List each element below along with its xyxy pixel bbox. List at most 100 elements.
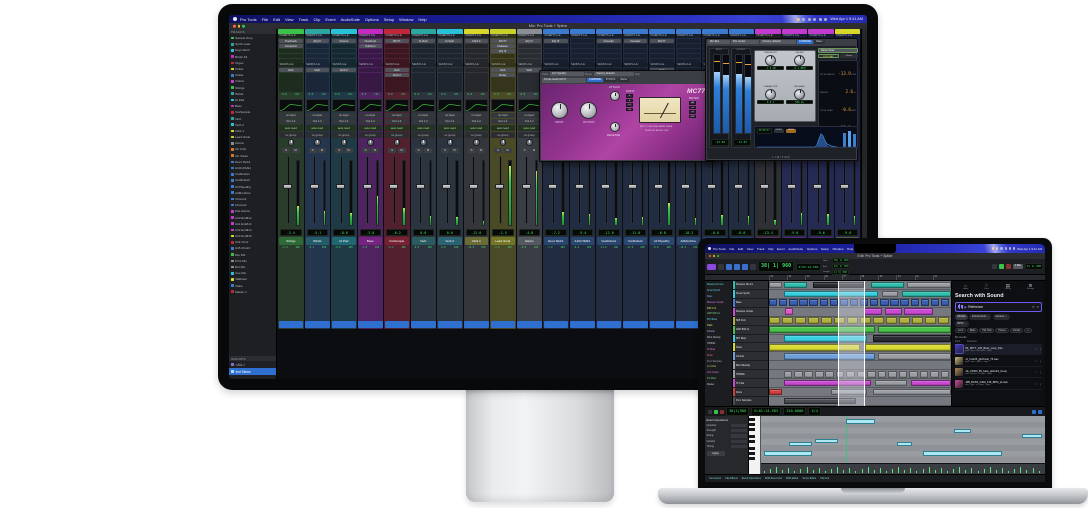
audio-clip[interactable] (941, 371, 950, 378)
apple-menu-icon[interactable] (708, 247, 711, 250)
refresh-icon[interactable]: ⟳ (1032, 305, 1035, 309)
send-slot[interactable]: Verb (279, 68, 303, 72)
send-slot[interactable] (332, 82, 356, 86)
audio-clip[interactable] (938, 317, 949, 324)
audio-clip[interactable] (911, 299, 919, 306)
insert-slot[interactable] (677, 54, 701, 58)
velocity-stem[interactable] (916, 471, 917, 473)
insert-slot[interactable]: EQ III (491, 49, 515, 53)
fader-cap[interactable] (654, 184, 663, 189)
audio-clip[interactable] (799, 299, 807, 306)
fader-cap[interactable] (389, 184, 398, 189)
velocity-stem[interactable] (843, 470, 844, 473)
output-selector[interactable]: Out 1-2 (359, 119, 383, 124)
insert-slot[interactable] (518, 54, 542, 58)
track-header[interactable]: Chords (733, 352, 768, 361)
send-slot[interactable]: Verb 2 (385, 73, 409, 77)
audio-clip[interactable] (821, 317, 832, 324)
eq-curve-display[interactable] (359, 99, 383, 112)
velocity-stem[interactable] (923, 469, 924, 473)
velocity-stem[interactable] (1014, 469, 1015, 473)
insert-slot[interactable] (597, 44, 621, 48)
insert-slot[interactable] (650, 49, 674, 53)
timeline[interactable] (769, 281, 951, 406)
sub-counter[interactable]: 0:01:14.583 (796, 263, 821, 271)
bottom-tab-midi-editor[interactable]: MIDI Editor (786, 477, 799, 480)
native-button[interactable]: Native (814, 40, 825, 44)
fader-cap[interactable] (840, 184, 849, 189)
insert-slot[interactable]: MC77 (650, 39, 674, 43)
black-key[interactable] (749, 418, 755, 421)
input-selector[interactable]: no input (279, 113, 303, 118)
send-slot[interactable]: Verb (385, 68, 409, 72)
meter-preset-selector[interactable]: Master Meter (818, 48, 858, 53)
input-selector[interactable]: no input (491, 113, 515, 118)
track-nameplate[interactable]: Click 1 (465, 237, 489, 245)
insert-slot[interactable] (518, 44, 542, 48)
automation-mode-button[interactable]: auto read (385, 125, 409, 131)
eq-curve-display[interactable] (465, 99, 489, 112)
eq-curve-display[interactable] (412, 99, 436, 112)
midi-note[interactable] (897, 442, 911, 446)
track-header[interactable]: Mind Melody (733, 361, 768, 370)
solo-button[interactable]: S (282, 148, 290, 153)
zoom-window-icon[interactable] (242, 25, 245, 28)
velocity-stem[interactable] (904, 470, 905, 473)
mute-button[interactable]: M (504, 148, 512, 153)
plugin-track-selector[interactable]: Mix Bus (708, 40, 730, 45)
midi-note[interactable] (1022, 434, 1042, 438)
audio-clip[interactable] (795, 317, 806, 324)
more-options-icon[interactable]: ⋮ (1039, 359, 1042, 363)
plugin-preset-selector[interactable]: <factory default> (594, 72, 634, 77)
knob[interactable] (765, 55, 776, 66)
velocity-stem[interactable] (855, 471, 856, 473)
menu-item-event[interactable]: Event (325, 17, 335, 22)
insert-slot[interactable]: Comprssr (279, 44, 303, 48)
ratio-button-20[interactable]: 20 (626, 108, 633, 112)
ratio-button-8[interactable]: 8 (626, 99, 633, 103)
input-selector[interactable]: no input (465, 113, 489, 118)
track-nameplate[interactable]: Strings (279, 237, 303, 245)
fader-cap[interactable] (813, 184, 822, 189)
close-window-icon[interactable] (709, 255, 711, 257)
meter-button-plus4[interactable]: +4 (689, 106, 696, 110)
send-slot[interactable] (279, 82, 303, 86)
send-slot[interactable] (465, 77, 489, 81)
solo-button[interactable]: S (388, 148, 396, 153)
send-slot[interactable] (279, 73, 303, 77)
insert-slot[interactable] (332, 49, 356, 53)
audio-clip[interactable] (909, 371, 918, 378)
insert-slot[interactable]: SubGen (359, 44, 383, 48)
send-slot[interactable] (332, 73, 356, 77)
fader-cap[interactable] (522, 184, 531, 189)
automation-mode-button[interactable]: auto read (465, 125, 489, 131)
fader-cap[interactable] (575, 184, 584, 189)
audio-clip[interactable] (873, 389, 951, 396)
knob[interactable] (794, 89, 805, 100)
insert-slot[interactable] (438, 54, 462, 58)
velocity-stem[interactable] (996, 470, 997, 473)
native-button[interactable]: Native (618, 78, 629, 82)
record-button[interactable] (720, 410, 724, 414)
insert-slot[interactable]: MC77 (491, 39, 515, 43)
audio-clip[interactable] (888, 371, 897, 378)
menu-item-clip[interactable]: Clip (313, 17, 320, 22)
insert-slot[interactable] (544, 44, 568, 48)
menu-item-audiosuite[interactable]: AudioSuite (341, 17, 360, 22)
track-nameplate[interactable]: Dev1 Mob1 (544, 237, 568, 245)
classic-button[interactable]: Classic (840, 54, 859, 58)
send-slot[interactable] (491, 82, 515, 86)
track-header[interactable]: Massive Vocals (733, 308, 768, 317)
insert-slot[interactable] (306, 54, 330, 58)
pro-limiter-plugin-window[interactable]: Mix Bus Pro Limiter <factory default> CO… (705, 38, 858, 161)
velocity-stem[interactable] (892, 469, 893, 473)
track-header[interactable]: Bass (733, 299, 768, 308)
audio-clip[interactable] (784, 282, 808, 289)
fader-cap[interactable] (548, 184, 557, 189)
track-header[interactable]: Smart Synth (733, 290, 768, 299)
audio-clip[interactable] (921, 299, 929, 306)
minimize-window-icon[interactable] (713, 255, 715, 257)
insert-slot[interactable]: EQ III (544, 39, 568, 43)
main-counter[interactable]: 38| 1| 960 (758, 261, 794, 272)
pack-artwork[interactable] (955, 345, 963, 353)
